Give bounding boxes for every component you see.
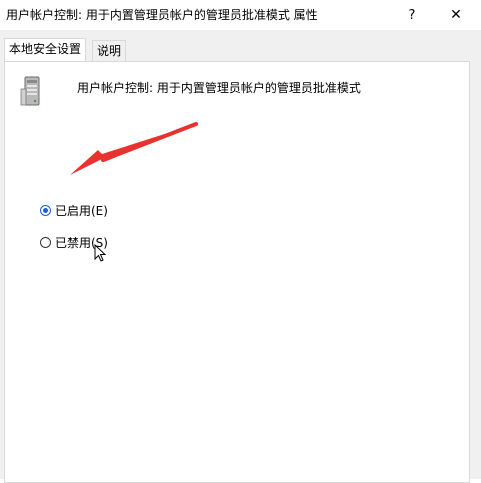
mouse-cursor-icon bbox=[94, 244, 107, 262]
tab-explain[interactable]: 说明 bbox=[92, 40, 127, 61]
disabled-radio[interactable] bbox=[40, 237, 51, 248]
tab-panel: 用户帐户控制: 用于内置管理员帐户的管理员批准模式 已启用(E) 已禁用(S) bbox=[4, 61, 470, 483]
enabled-label[interactable]: 已启用(E) bbox=[55, 202, 108, 219]
enabled-radio[interactable] bbox=[40, 205, 51, 216]
tab-local-security-setting[interactable]: 本地安全设置 bbox=[4, 38, 87, 61]
enabled-option[interactable]: 已启用(E) bbox=[40, 202, 108, 219]
server-icon bbox=[20, 76, 40, 106]
policy-name: 用户帐户控制: 用于内置管理员帐户的管理员批准模式 bbox=[77, 81, 361, 95]
help-button[interactable]: ? bbox=[392, 0, 432, 30]
window-title: 用户帐户控制: 用于内置管理员帐户的管理员批准模式 属性 bbox=[6, 8, 318, 22]
title-bar: 用户帐户控制: 用于内置管理员帐户的管理员批准模式 属性 ? ✕ bbox=[0, 0, 481, 30]
properties-dialog: 本地安全设置 说明 用户帐户控制: 用于内置管理员帐户的管理员批准模式 已启用(… bbox=[0, 30, 481, 483]
close-button[interactable]: ✕ bbox=[436, 0, 476, 30]
